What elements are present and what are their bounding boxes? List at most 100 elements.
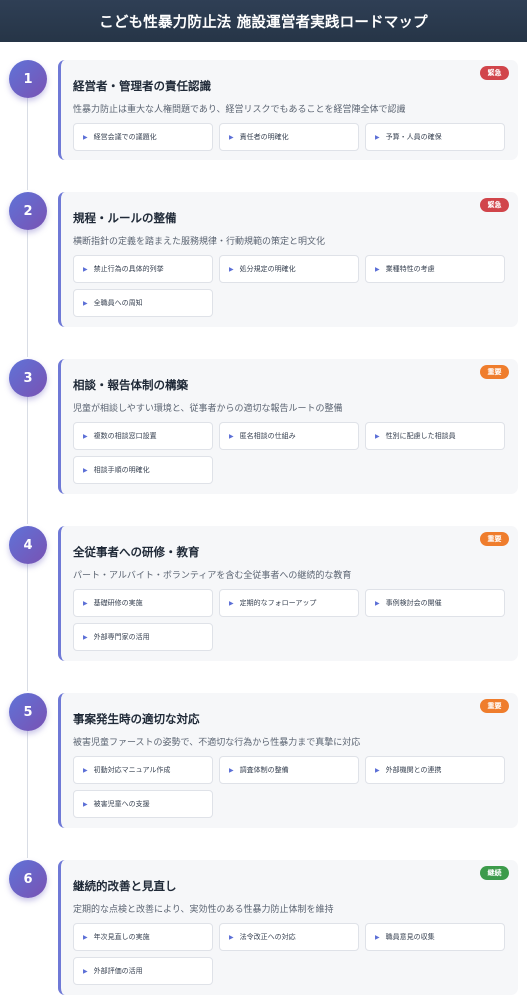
arrow-right-icon: ▶ bbox=[375, 265, 380, 273]
arrow-right-icon: ▶ bbox=[375, 599, 380, 607]
action-item-label: 経営会議での議題化 bbox=[93, 133, 157, 141]
timeline-connector bbox=[27, 564, 28, 691]
action-item-label: 業種特性の考慮 bbox=[385, 265, 435, 273]
step-number-badge: 2 bbox=[9, 192, 47, 230]
arrow-right-icon: ▶ bbox=[83, 466, 88, 474]
arrow-right-icon: ▶ bbox=[83, 599, 88, 607]
action-item-label: 被害児童への支援 bbox=[93, 800, 150, 808]
arrow-right-icon: ▶ bbox=[83, 633, 88, 641]
step-title: 経営者・管理者の責任認識 bbox=[73, 79, 211, 93]
step-description: 定期的な点検と改善により、実効性のある性暴力防止体制を維持 bbox=[73, 905, 334, 915]
step-number-badge: 4 bbox=[9, 526, 47, 564]
action-item: ▶ 外部専門家の活用 bbox=[73, 623, 213, 651]
arrow-right-icon: ▶ bbox=[83, 800, 88, 808]
step-title: 継続的改善と見直し bbox=[73, 879, 177, 893]
action-item-label: 基礎研修の実施 bbox=[93, 599, 143, 607]
step-number-badge: 3 bbox=[9, 359, 47, 397]
action-item: ▶ 事例検討会の開催 bbox=[365, 589, 505, 617]
action-item-label: 全職員への周知 bbox=[93, 299, 143, 307]
action-items: ▶ 禁止行為の具体的列挙 ▶ 処分規定の明確化 ▶ 業種特性の考慮 ▶ 全職員への周知 bbox=[73, 255, 509, 317]
action-item-label: 職員意見の収集 bbox=[385, 933, 435, 941]
action-items: ▶ 初動対応マニュアル作成 ▶ 調査体制の整備 ▶ 外部機関との連携 ▶ 被害児童への支… bbox=[73, 756, 509, 818]
action-items: ▶ 経営会議での議題化 ▶ 責任者の明確化 ▶ 予算・人員の確保 bbox=[73, 123, 509, 151]
priority-badge: 継続 bbox=[480, 866, 509, 880]
action-item-label: 責任者の明確化 bbox=[239, 133, 289, 141]
arrow-right-icon: ▶ bbox=[229, 133, 234, 141]
action-item: ▶ 業種特性の考慮 bbox=[365, 255, 505, 283]
action-item: ▶ 被害児童への支援 bbox=[73, 790, 213, 818]
roadmap-step-card: 緊急 経営者・管理者の責任認識 性暴力防止は重大な人権問題であり、経営リスクでも… bbox=[58, 60, 518, 160]
arrow-right-icon: ▶ bbox=[83, 133, 88, 141]
step-number-badge: 6 bbox=[9, 860, 47, 898]
priority-badge: 重要 bbox=[480, 365, 509, 379]
action-item: ▶ 性別に配慮した相談員 bbox=[365, 422, 505, 450]
action-item: ▶ 予算・人員の確保 bbox=[365, 123, 505, 151]
action-item-label: 定期的なフォローアップ bbox=[239, 599, 317, 607]
arrow-right-icon: ▶ bbox=[375, 933, 380, 941]
timeline-connector bbox=[27, 230, 28, 357]
action-item-label: 複数の相談窓口設置 bbox=[93, 432, 157, 440]
timeline-connector bbox=[27, 98, 28, 190]
arrow-right-icon: ▶ bbox=[375, 766, 380, 774]
step-description: パート・アルバイト・ボランティアを含む全従事者への継続的な教育 bbox=[73, 571, 352, 581]
action-item-label: 外部専門家の活用 bbox=[93, 633, 150, 641]
action-item-label: 禁止行為の具体的列挙 bbox=[93, 265, 164, 273]
roadmap-step-card: 緊急 規程・ルールの整備 横断指針の定義を踏まえた服務規律・行動規範の策定と明文… bbox=[58, 192, 518, 327]
action-item-label: 年次見直しの実施 bbox=[93, 933, 150, 941]
timeline-connector bbox=[27, 731, 28, 858]
page-header: こども性暴力防止法 施設運営者実践ロードマップ bbox=[0, 0, 527, 42]
action-item: ▶ 匿名相談の仕組み bbox=[219, 422, 359, 450]
arrow-right-icon: ▶ bbox=[83, 967, 88, 975]
page-title: こども性暴力防止法 施設運営者実践ロードマップ bbox=[99, 14, 428, 31]
action-items: ▶ 複数の相談窓口設置 ▶ 匿名相談の仕組み ▶ 性別に配慮した相談員 ▶ 相談手順の明… bbox=[73, 422, 509, 484]
step-title: 相談・報告体制の構築 bbox=[73, 378, 188, 392]
arrow-right-icon: ▶ bbox=[83, 265, 88, 273]
action-item: ▶ 基礎研修の実施 bbox=[73, 589, 213, 617]
action-item: ▶ 年次見直しの実施 bbox=[73, 923, 213, 951]
priority-badge: 重要 bbox=[480, 699, 509, 713]
step-title: 規程・ルールの整備 bbox=[73, 211, 177, 225]
action-item-label: 法令改正への対応 bbox=[239, 933, 296, 941]
roadmap-step-card: 重要 事案発生時の適切な対応 被害児童ファーストの姿勢で、不適切な行為から性暴力… bbox=[58, 693, 518, 828]
action-item-label: 調査体制の整備 bbox=[239, 766, 289, 774]
action-item: ▶ 外部評価の活用 bbox=[73, 957, 213, 985]
action-item: ▶ 相談手順の明確化 bbox=[73, 456, 213, 484]
action-item: ▶ 禁止行為の具体的列挙 bbox=[73, 255, 213, 283]
action-item: ▶ 責任者の明確化 bbox=[219, 123, 359, 151]
arrow-right-icon: ▶ bbox=[229, 933, 234, 941]
arrow-right-icon: ▶ bbox=[229, 766, 234, 774]
arrow-right-icon: ▶ bbox=[229, 599, 234, 607]
step-description: 横断指針の定義を踏まえた服務規律・行動規範の策定と明文化 bbox=[73, 237, 326, 247]
action-item: ▶ 外部機関との連携 bbox=[365, 756, 505, 784]
timeline-connector bbox=[27, 397, 28, 524]
roadmap-step-card: 継続 継続的改善と見直し 定期的な点検と改善により、実効性のある性暴力防止体制を… bbox=[58, 860, 518, 995]
arrow-right-icon: ▶ bbox=[83, 766, 88, 774]
action-item: ▶ 職員意見の収集 bbox=[365, 923, 505, 951]
roadmap-step-card: 重要 相談・報告体制の構築 児童が相談しやすい環境と、従事者からの適切な報告ルー… bbox=[58, 359, 518, 494]
step-description: 被害児童ファーストの姿勢で、不適切な行為から性暴力まで真摯に対応 bbox=[73, 738, 361, 748]
arrow-right-icon: ▶ bbox=[83, 933, 88, 941]
step-number-badge: 5 bbox=[9, 693, 47, 731]
action-item: ▶ 調査体制の整備 bbox=[219, 756, 359, 784]
action-item-label: 初動対応マニュアル作成 bbox=[93, 766, 171, 774]
arrow-right-icon: ▶ bbox=[83, 432, 88, 440]
roadmap-step-card: 重要 全従事者への研修・教育 パート・アルバイト・ボランティアを含む全従事者への… bbox=[58, 526, 518, 661]
priority-badge: 緊急 bbox=[480, 66, 509, 80]
step-description: 性暴力防止は重大な人権問題であり、経営リスクでもあることを経営陣全体で認識 bbox=[73, 105, 406, 115]
step-title: 全従事者への研修・教育 bbox=[73, 545, 200, 559]
step-description: 児童が相談しやすい環境と、従事者からの適切な報告ルートの整備 bbox=[73, 404, 343, 414]
action-item-label: 性別に配慮した相談員 bbox=[385, 432, 456, 440]
action-item-label: 事例検討会の開催 bbox=[385, 599, 442, 607]
action-item: ▶ 経営会議での議題化 bbox=[73, 123, 213, 151]
action-item: ▶ 法令改正への対応 bbox=[219, 923, 359, 951]
step-number-badge: 1 bbox=[9, 60, 47, 98]
action-items: ▶ 基礎研修の実施 ▶ 定期的なフォローアップ ▶ 事例検討会の開催 ▶ 外部専門家の活… bbox=[73, 589, 509, 651]
arrow-right-icon: ▶ bbox=[375, 133, 380, 141]
arrow-right-icon: ▶ bbox=[229, 265, 234, 273]
action-item: ▶ 定期的なフォローアップ bbox=[219, 589, 359, 617]
action-item: ▶ 複数の相談窓口設置 bbox=[73, 422, 213, 450]
arrow-right-icon: ▶ bbox=[375, 432, 380, 440]
action-item: ▶ 処分規定の明確化 bbox=[219, 255, 359, 283]
step-title: 事案発生時の適切な対応 bbox=[73, 712, 200, 726]
action-item-label: 予算・人員の確保 bbox=[385, 133, 442, 141]
